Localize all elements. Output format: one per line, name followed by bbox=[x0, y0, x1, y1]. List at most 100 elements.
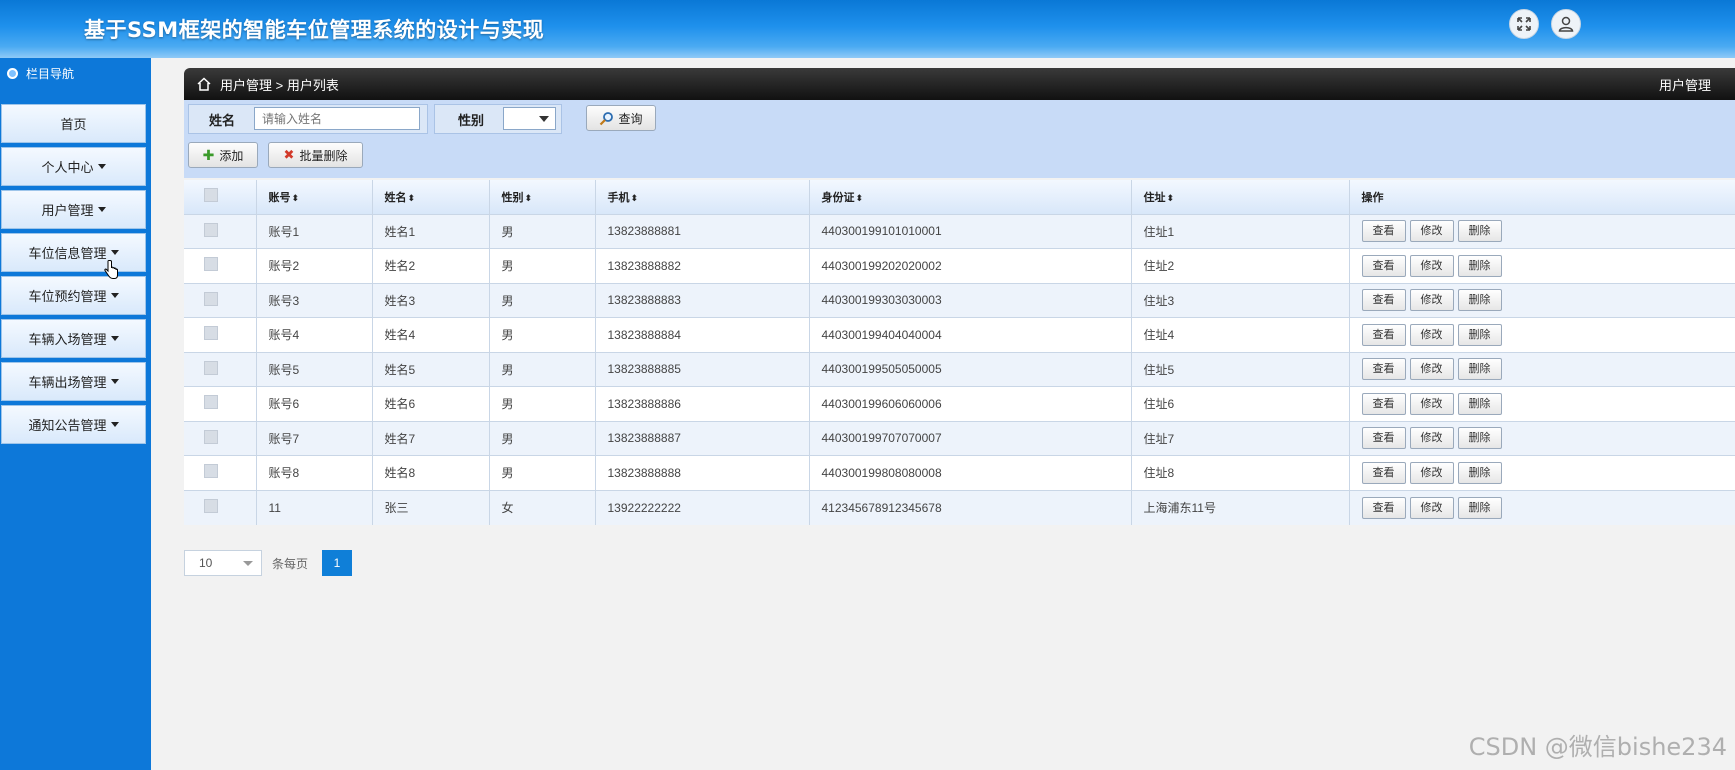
nav-dot-icon bbox=[7, 67, 18, 79]
col-address[interactable]: 住址⬍ bbox=[1131, 180, 1350, 214]
table-row: 账号8 姓名8 男 13823888888 440300199808080008 住址8 查… bbox=[184, 455, 1735, 490]
cell-phone: 13823888882 bbox=[595, 248, 810, 283]
cell-name: 姓名6 bbox=[372, 386, 490, 421]
col-phone[interactable]: 手机⬍ bbox=[595, 180, 810, 214]
edit-button[interactable]: 修改 bbox=[1409, 358, 1454, 381]
view-button[interactable]: 查看 bbox=[1361, 254, 1406, 277]
view-button[interactable]: 查看 bbox=[1361, 496, 1406, 519]
edit-button[interactable]: 修改 bbox=[1409, 220, 1454, 243]
cell-address: 住址2 bbox=[1131, 248, 1350, 283]
delete-button[interactable]: 删除 bbox=[1457, 461, 1502, 484]
cell-account: 账号5 bbox=[256, 352, 373, 387]
sort-icon: ⬍ bbox=[524, 192, 533, 203]
edit-button[interactable]: 修改 bbox=[1409, 427, 1454, 450]
add-button-label: 添加 bbox=[219, 148, 244, 163]
row-checkbox[interactable] bbox=[204, 429, 218, 444]
sort-icon: ⬍ bbox=[291, 192, 300, 203]
per-page-label: 条每页 bbox=[272, 556, 309, 571]
sidebar-item-parking-info[interactable]: 车位信息管理 bbox=[1, 233, 146, 272]
name-search-input[interactable] bbox=[254, 107, 420, 130]
cell-actions: 查看 修改 删除 bbox=[1349, 352, 1735, 387]
pagination: 10 条每页 1 bbox=[184, 550, 353, 576]
delete-button[interactable]: 删除 bbox=[1457, 323, 1502, 346]
view-button[interactable]: 查看 bbox=[1361, 323, 1406, 346]
gender-select[interactable] bbox=[503, 107, 556, 130]
edit-button[interactable]: 修改 bbox=[1409, 289, 1454, 312]
delete-button[interactable]: 删除 bbox=[1457, 289, 1502, 312]
chevron-down-icon bbox=[243, 561, 253, 566]
cell-account: 账号6 bbox=[256, 386, 373, 421]
view-button[interactable]: 查看 bbox=[1361, 220, 1406, 243]
select-all-checkbox[interactable] bbox=[204, 188, 218, 203]
col-name[interactable]: 姓名⬍ bbox=[372, 180, 490, 214]
cell-actions: 查看 修改 删除 bbox=[1349, 283, 1735, 318]
user-table: 账号⬍ 姓名⬍ 性别⬍ 手机⬍ 身份证⬍ 住址⬍ 操作 账号1 姓名1 男 13823… bbox=[184, 180, 1735, 525]
cell-gender: 男 bbox=[489, 386, 596, 421]
edit-button[interactable]: 修改 bbox=[1409, 323, 1454, 346]
edit-button[interactable]: 修改 bbox=[1409, 254, 1454, 277]
sidebar-item-user-management[interactable]: 用户管理 bbox=[1, 190, 146, 229]
delete-button[interactable]: 删除 bbox=[1457, 254, 1502, 277]
col-actions: 操作 bbox=[1349, 180, 1735, 214]
row-checkbox[interactable] bbox=[204, 291, 218, 306]
query-button[interactable]: 查询 bbox=[586, 105, 656, 131]
page-button-current[interactable]: 1 bbox=[322, 550, 353, 576]
fullscreen-button[interactable] bbox=[1509, 9, 1539, 39]
col-idcard[interactable]: 身份证⬍ bbox=[809, 180, 1132, 214]
cell-gender: 男 bbox=[489, 455, 596, 490]
sidebar-item-home[interactable]: 首页 bbox=[1, 104, 146, 143]
table-row: 账号3 姓名3 男 13823888883 440300199303030003 住址3 查… bbox=[184, 283, 1735, 318]
cell-actions: 查看 修改 删除 bbox=[1349, 317, 1735, 352]
sidebar-item-vehicle-exit[interactable]: 车辆出场管理 bbox=[1, 362, 146, 401]
table-row: 账号5 姓名5 男 13823888885 440300199505050005 住址5 查… bbox=[184, 352, 1735, 387]
edit-button[interactable]: 修改 bbox=[1409, 496, 1454, 519]
plus-icon: ✚ bbox=[202, 146, 215, 163]
user-icon bbox=[1558, 16, 1574, 32]
row-checkbox[interactable] bbox=[204, 326, 218, 341]
page-size-select[interactable]: 10 bbox=[184, 550, 262, 576]
cell-address: 上海浦东11号 bbox=[1131, 490, 1350, 525]
cell-account: 11 bbox=[256, 490, 373, 525]
view-button[interactable]: 查看 bbox=[1361, 289, 1406, 312]
edit-button[interactable]: 修改 bbox=[1409, 461, 1454, 484]
row-checkbox[interactable] bbox=[204, 222, 218, 237]
watermark: CSDN @微信bishe234 bbox=[1468, 733, 1727, 761]
sidebar-header: 栏目导航 bbox=[0, 58, 151, 88]
delete-button[interactable]: 删除 bbox=[1457, 220, 1502, 243]
view-button[interactable]: 查看 bbox=[1361, 461, 1406, 484]
row-checkbox[interactable] bbox=[204, 395, 218, 410]
cell-address: 住址8 bbox=[1131, 455, 1350, 490]
delete-button[interactable]: 删除 bbox=[1457, 427, 1502, 450]
cell-name: 张三 bbox=[372, 490, 490, 525]
batch-delete-button[interactable]: ✖ 批量删除 bbox=[268, 142, 363, 168]
sidebar-item-parking-reservation[interactable]: 车位预约管理 bbox=[1, 276, 146, 315]
delete-button[interactable]: 删除 bbox=[1457, 392, 1502, 415]
row-checkbox[interactable] bbox=[204, 360, 218, 375]
edit-button[interactable]: 修改 bbox=[1409, 392, 1454, 415]
user-button[interactable] bbox=[1551, 9, 1581, 39]
sidebar-title: 栏目导航 bbox=[26, 66, 75, 81]
sidebar-item-notice[interactable]: 通知公告管理 bbox=[1, 405, 146, 444]
view-button[interactable]: 查看 bbox=[1361, 358, 1406, 381]
caret-down-icon bbox=[110, 293, 119, 298]
cell-name: 姓名3 bbox=[372, 283, 490, 318]
home-icon[interactable] bbox=[196, 76, 212, 92]
sidebar-item-vehicle-entry[interactable]: 车辆入场管理 bbox=[1, 319, 146, 358]
view-button[interactable]: 查看 bbox=[1361, 427, 1406, 450]
cell-name: 姓名5 bbox=[372, 352, 490, 387]
row-checkbox[interactable] bbox=[204, 464, 218, 479]
delete-button[interactable]: 删除 bbox=[1457, 496, 1502, 519]
page-title: 用户管理 bbox=[1658, 77, 1711, 93]
row-checkbox[interactable] bbox=[204, 499, 218, 513]
add-button[interactable]: ✚ 添加 bbox=[188, 142, 258, 168]
view-button[interactable]: 查看 bbox=[1361, 392, 1406, 415]
sidebar-item-personal-center[interactable]: 个人中心 bbox=[1, 147, 146, 186]
row-checkbox[interactable] bbox=[204, 257, 218, 272]
table-row: 账号4 姓名4 男 13823888884 440300199404040004 住址4 查… bbox=[184, 317, 1735, 352]
delete-button[interactable]: 删除 bbox=[1457, 358, 1502, 381]
caret-down-icon bbox=[97, 207, 106, 212]
sidebar: 栏目导航 首页 个人中心 用户管理 车位信息管理 车位预约管理 车辆入场管理 车… bbox=[0, 58, 151, 770]
col-gender[interactable]: 性别⬍ bbox=[489, 180, 596, 214]
table-row: 账号2 姓名2 男 13823888882 440300199202020002 住址2 查… bbox=[184, 248, 1735, 283]
col-account[interactable]: 账号⬍ bbox=[256, 180, 373, 214]
